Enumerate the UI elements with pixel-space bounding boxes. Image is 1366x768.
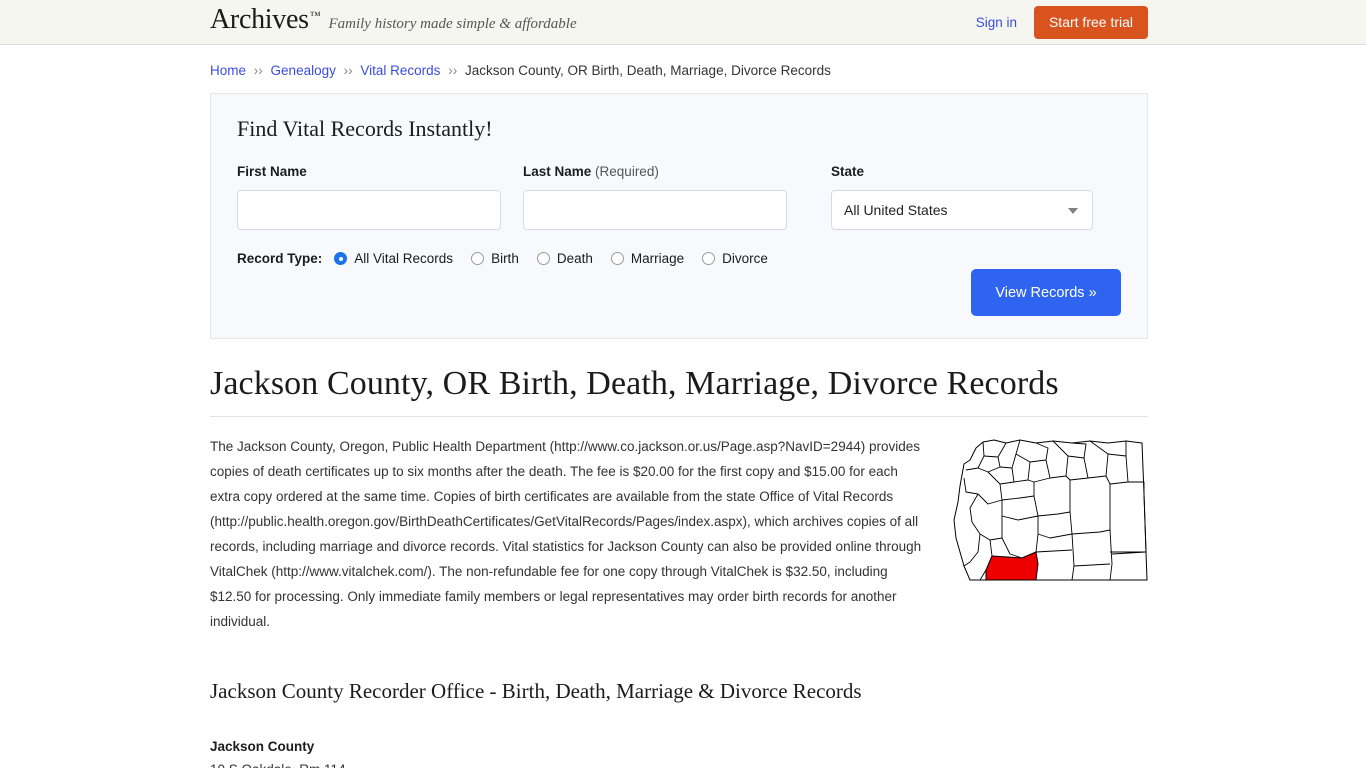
- radio-icon-birth[interactable]: [471, 252, 485, 265]
- record-type-row: Record Type: All Vital Records Birth Dea…: [237, 251, 1121, 266]
- oregon-county-map: [950, 434, 1150, 589]
- chevron-down-icon: [1068, 208, 1078, 214]
- state-select-value: All United States: [844, 202, 948, 218]
- recorder-office-section-title: Jackson County Recorder Office - Birth, …: [210, 679, 862, 703]
- last-name-label-text: Last Name: [523, 164, 592, 179]
- site-header: Archives ™ Family history made simple & …: [0, 0, 1366, 45]
- breadcrumb-separator: ››: [253, 63, 263, 78]
- state-select[interactable]: All United States: [831, 190, 1093, 230]
- search-fields-row: First Name Last Name (Required) State Al…: [237, 164, 1121, 230]
- radio-icon-divorce[interactable]: [702, 252, 716, 265]
- vital-records-search-panel: Find Vital Records Instantly! First Name…: [210, 93, 1148, 339]
- breadcrumb-separator: ››: [343, 63, 353, 78]
- brand-logo[interactable]: Archives ™ Family history made simple & …: [210, 6, 577, 34]
- sign-in-link[interactable]: Sign in: [976, 15, 1017, 30]
- record-type-option-birth[interactable]: Birth: [471, 251, 519, 266]
- first-name-input[interactable]: [237, 190, 501, 230]
- first-name-label-text: First Name: [237, 164, 307, 179]
- state-label: State: [831, 164, 1093, 179]
- address-org: Jackson County: [210, 739, 315, 754]
- last-name-field-group: Last Name (Required): [523, 164, 787, 230]
- radio-icon-marriage[interactable]: [610, 252, 624, 265]
- radio-icon-death[interactable]: [536, 252, 550, 265]
- record-type-option-label: Divorce: [722, 251, 768, 266]
- brand-tagline: Family history made simple & affordable: [328, 16, 577, 32]
- record-type-option-all-vital-records[interactable]: All Vital Records: [334, 251, 453, 266]
- breadcrumb-item-genealogy[interactable]: Genealogy: [271, 63, 336, 78]
- record-type-option-label: Marriage: [630, 251, 685, 266]
- breadcrumb-item-current: Jackson County, OR Birth, Death, Marriag…: [464, 63, 831, 78]
- breadcrumb-item-vital-records[interactable]: Vital Records: [360, 63, 440, 78]
- state-label-text: State: [831, 164, 865, 179]
- first-name-label: First Name: [237, 164, 501, 179]
- breadcrumb-separator: ››: [448, 63, 458, 78]
- record-type-option-divorce[interactable]: Divorce: [702, 251, 768, 266]
- radio-icon-all-vital-records[interactable]: [334, 252, 348, 265]
- last-name-label: Last Name (Required): [523, 164, 787, 179]
- start-free-trial-button[interactable]: Start free trial: [1033, 6, 1148, 39]
- record-type-option-death[interactable]: Death: [536, 251, 593, 266]
- record-type-option-label: Birth: [491, 251, 519, 266]
- first-name-field-group: First Name: [237, 164, 501, 230]
- breadcrumb-item-home[interactable]: Home: [210, 63, 246, 78]
- record-type-option-marriage[interactable]: Marriage: [610, 251, 685, 266]
- description-section: The Jackson County, Oregon, Public Healt…: [210, 434, 1148, 634]
- page-title: Jackson County, OR Birth, Death, Marriag…: [210, 365, 1059, 402]
- header-actions: Sign in Start free trial: [976, 0, 1148, 45]
- breadcrumb: Home ›› Genealogy ›› Vital Records ›› Ja…: [210, 45, 1148, 78]
- record-type-option-label: Death: [556, 251, 593, 266]
- view-records-button[interactable]: View Records »: [971, 269, 1121, 316]
- oregon-map-svg: [953, 439, 1148, 581]
- description-paragraph: The Jackson County, Oregon, Public Healt…: [210, 439, 922, 629]
- search-panel-title: Find Vital Records Instantly!: [237, 116, 493, 141]
- last-name-input[interactable]: [523, 190, 787, 230]
- last-name-required-note: (Required): [595, 164, 659, 179]
- trademark-icon: ™: [309, 10, 321, 22]
- record-type-option-label: All Vital Records: [354, 251, 454, 266]
- brand-name: Archives: [210, 4, 309, 35]
- record-type-label: Record Type:: [237, 251, 323, 266]
- title-divider: [210, 416, 1148, 417]
- address-street: 10 S Oakdale, Rm 114: [210, 758, 1148, 768]
- state-field-group: State All United States: [831, 164, 1093, 230]
- recorder-office-address: Jackson County 10 S Oakdale, Rm 114 Medf…: [210, 735, 1148, 768]
